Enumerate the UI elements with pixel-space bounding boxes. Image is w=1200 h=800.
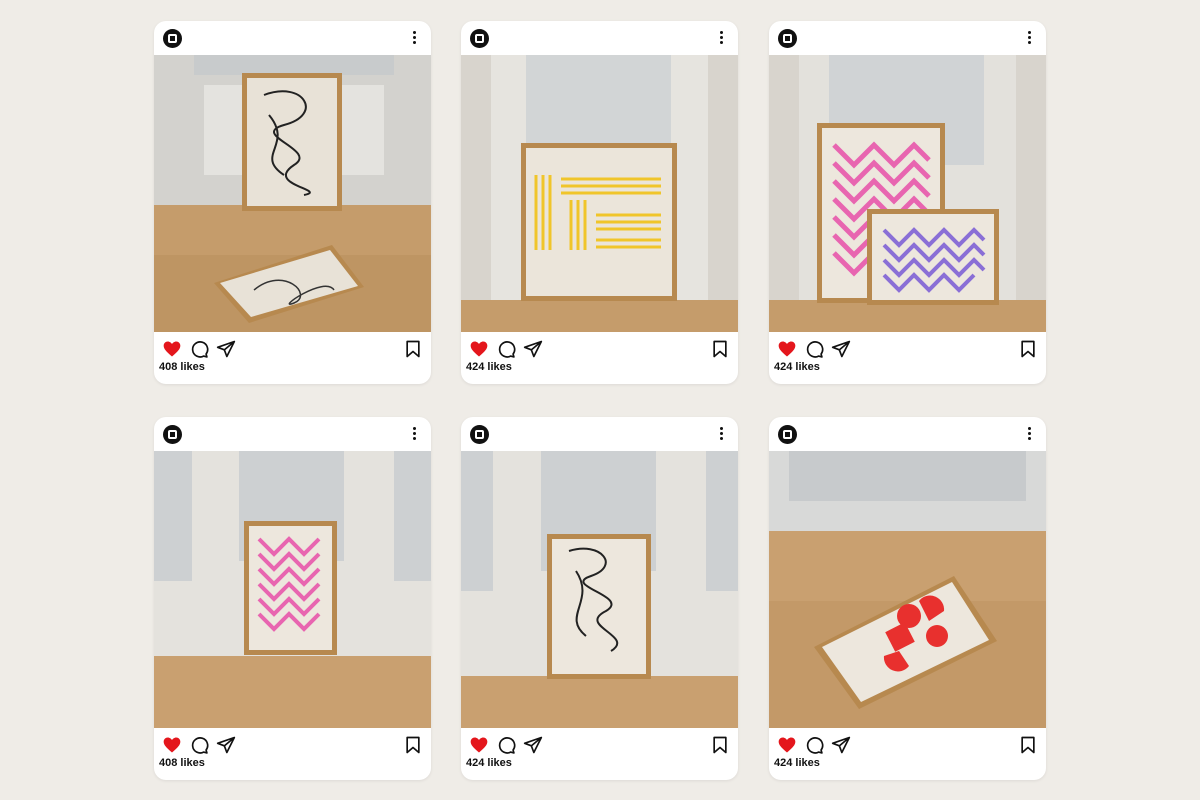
post-actions <box>461 735 738 757</box>
avatar-icon[interactable] <box>778 29 797 48</box>
post-actions <box>154 339 431 361</box>
share-icon[interactable] <box>523 735 543 755</box>
comment-icon[interactable] <box>496 339 516 359</box>
post-image[interactable] <box>154 55 431 332</box>
post-card: 424 likes <box>461 21 738 384</box>
avatar-icon[interactable] <box>778 425 797 444</box>
likes-count: 424 likes <box>774 757 820 769</box>
post-card: 424 likes <box>769 417 1046 780</box>
post-image[interactable] <box>154 451 431 728</box>
like-heart-icon[interactable] <box>777 339 797 359</box>
likes-count: 424 likes <box>466 361 512 373</box>
post-image[interactable] <box>461 451 738 728</box>
more-options-icon[interactable] <box>716 29 726 47</box>
avatar-icon[interactable] <box>163 425 182 444</box>
comment-icon[interactable] <box>189 339 209 359</box>
post-card: 424 likes <box>769 21 1046 384</box>
likes-count: 408 likes <box>159 361 205 373</box>
post-card: 424 likes <box>461 417 738 780</box>
post-image[interactable] <box>461 55 738 332</box>
bookmark-icon[interactable] <box>403 339 423 359</box>
bookmark-icon[interactable] <box>710 735 730 755</box>
share-icon[interactable] <box>216 339 236 359</box>
comment-icon[interactable] <box>189 735 209 755</box>
post-header <box>461 21 738 55</box>
comment-icon[interactable] <box>804 735 824 755</box>
like-heart-icon[interactable] <box>469 339 489 359</box>
more-options-icon[interactable] <box>716 425 726 443</box>
share-icon[interactable] <box>831 735 851 755</box>
comment-icon[interactable] <box>496 735 516 755</box>
post-card: 408 likes <box>154 417 431 780</box>
more-options-icon[interactable] <box>1024 29 1034 47</box>
post-card: 408 likes <box>154 21 431 384</box>
likes-count: 424 likes <box>774 361 820 373</box>
more-options-icon[interactable] <box>1024 425 1034 443</box>
post-actions <box>461 339 738 361</box>
post-header <box>154 21 431 55</box>
post-actions <box>769 735 1046 757</box>
post-header <box>154 417 431 451</box>
share-icon[interactable] <box>523 339 543 359</box>
post-image[interactable] <box>769 55 1046 332</box>
like-heart-icon[interactable] <box>162 339 182 359</box>
avatar-icon[interactable] <box>470 425 489 444</box>
avatar-icon[interactable] <box>163 29 182 48</box>
avatar-icon[interactable] <box>470 29 489 48</box>
like-heart-icon[interactable] <box>469 735 489 755</box>
post-actions <box>154 735 431 757</box>
bookmark-icon[interactable] <box>1018 339 1038 359</box>
post-actions <box>769 339 1046 361</box>
share-icon[interactable] <box>831 339 851 359</box>
bookmark-icon[interactable] <box>1018 735 1038 755</box>
like-heart-icon[interactable] <box>777 735 797 755</box>
share-icon[interactable] <box>216 735 236 755</box>
post-header <box>769 21 1046 55</box>
likes-count: 408 likes <box>159 757 205 769</box>
more-options-icon[interactable] <box>409 29 419 47</box>
bookmark-icon[interactable] <box>710 339 730 359</box>
bookmark-icon[interactable] <box>403 735 423 755</box>
post-image[interactable] <box>769 451 1046 728</box>
more-options-icon[interactable] <box>409 425 419 443</box>
comment-icon[interactable] <box>804 339 824 359</box>
post-header <box>461 417 738 451</box>
likes-count: 424 likes <box>466 757 512 769</box>
like-heart-icon[interactable] <box>162 735 182 755</box>
post-header <box>769 417 1046 451</box>
